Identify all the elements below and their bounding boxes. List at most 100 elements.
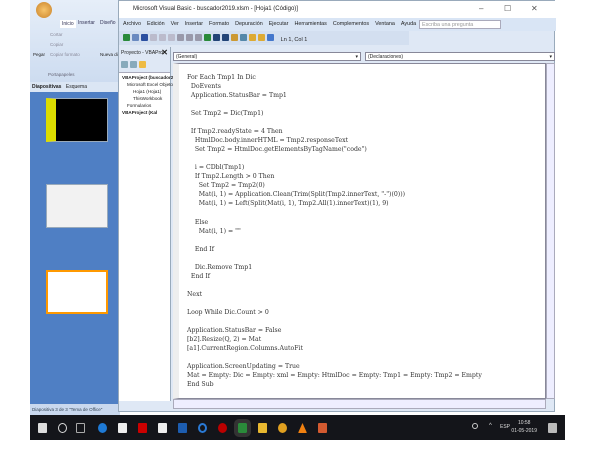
ask-question-input[interactable]: Escriba una pregunta [419, 20, 501, 29]
find-icon[interactable] [177, 34, 184, 41]
file-explorer-icon[interactable] [258, 423, 267, 433]
horizontal-scrollbar[interactable] [173, 399, 546, 409]
menu-depuracion[interactable]: Depuración [235, 21, 263, 27]
menu-edicion[interactable]: Edición [147, 21, 165, 27]
toggle-folders-icon[interactable] [139, 61, 146, 68]
object-dropdown[interactable]: (General) ▾ [173, 52, 361, 61]
copy-icon[interactable] [159, 34, 166, 41]
taskbar: ^ ESP 10:58 01-05-2019 [30, 415, 565, 440]
slide-thumbnail[interactable] [46, 98, 108, 142]
menu-ventana[interactable]: Ventana [375, 21, 395, 27]
tree-formularios[interactable]: Formularios [119, 103, 170, 108]
clock[interactable]: 10:58 01-05-2019 [511, 419, 537, 435]
tab-diseno[interactable]: Diseño [100, 20, 116, 26]
antivirus-icon[interactable] [218, 423, 227, 433]
mail-icon[interactable] [158, 423, 167, 433]
powerpoint-window: Inicio Insertar Diseño Pegar Cortar Copi… [30, 0, 120, 415]
cut-button[interactable]: Cortar [50, 32, 63, 37]
bing-icon[interactable] [178, 423, 187, 433]
view-code-icon[interactable] [121, 61, 128, 68]
ppt-ribbon: Inicio Insertar Diseño Pegar Cortar Copi… [30, 0, 120, 82]
clock-time: 10:58 [517, 420, 531, 426]
design-mode-icon[interactable] [231, 34, 238, 41]
menu-ejecutar[interactable]: Ejecutar [269, 21, 289, 27]
cursor-position: Ln 1, Col 1 [280, 37, 308, 43]
menu-formato[interactable]: Formato [209, 21, 229, 27]
pause-icon[interactable] [213, 34, 220, 41]
task-view-icon[interactable] [76, 423, 85, 433]
office-button[interactable] [36, 2, 52, 18]
copy-button[interactable]: Copiar [50, 42, 63, 47]
standard-toolbar: Ln 1, Col 1 [119, 31, 409, 45]
menu-bar: Archivo Edición Ver Insertar Formato Depuraci… [119, 18, 556, 31]
project-explorer: Proyecto - VBAPro ✕ VBAProject (buscador2… [119, 47, 194, 401]
project-explorer-title: Proyecto - VBAPro [121, 50, 163, 56]
new-slide-button[interactable]: Nueva diapositiva [100, 52, 120, 57]
tree-vbaproject-2[interactable]: VBAProject (Kal [119, 110, 170, 115]
menu-complementos[interactable]: Complementos [333, 21, 369, 27]
view-object-icon[interactable] [130, 61, 137, 68]
maximize-button[interactable]: ☐ [504, 4, 511, 13]
minimize-button[interactable]: – [479, 4, 483, 13]
search-icon[interactable] [58, 423, 67, 433]
vlc-icon[interactable] [298, 423, 307, 433]
chrome-icon[interactable] [278, 423, 287, 433]
code-editor[interactable]: For Each Tmp1 In Dic DoEvents Applicatio… [173, 63, 546, 399]
tab-diapositivas[interactable]: Diapositivas [32, 84, 61, 90]
windows-start-icon[interactable] [38, 423, 47, 433]
tree-thisworkbook[interactable]: ThisWorkbook [119, 96, 170, 101]
chevron-down-icon: ▾ [549, 54, 552, 60]
procedure-dropdown[interactable]: (Declaraciones) ▾ [365, 52, 555, 61]
people-icon[interactable] [472, 423, 478, 429]
powerpoint-icon[interactable] [318, 423, 327, 433]
object-browser-icon[interactable] [258, 34, 265, 41]
language-indicator[interactable]: ESP [500, 424, 510, 430]
paste-icon[interactable] [168, 34, 175, 41]
reset-icon[interactable] [222, 34, 229, 41]
save-icon[interactable] [141, 34, 148, 41]
menu-insertar[interactable]: Insertar [185, 21, 203, 27]
notifications-icon[interactable] [548, 423, 557, 433]
store-icon[interactable] [118, 423, 127, 433]
code-text[interactable]: For Each Tmp1 In Dic DoEvents Applicatio… [179, 64, 545, 389]
paste-button[interactable]: Pegar [33, 52, 45, 57]
tree-vbaproject[interactable]: VBAProject (buscador2019.xlsm) [119, 75, 194, 80]
procedure-dropdown-value: (Declaraciones) [368, 54, 404, 60]
properties-icon[interactable] [249, 34, 256, 41]
ppt-status: Diapositiva 3 de 3 "Tema de Office" [30, 404, 120, 415]
undo-icon[interactable] [186, 34, 193, 41]
clock-date: 01-05-2019 [511, 428, 537, 434]
help-icon[interactable] [267, 34, 274, 41]
netflix-icon[interactable] [138, 423, 147, 433]
close-icon[interactable]: ✕ [161, 48, 168, 57]
edge-icon[interactable] [98, 423, 107, 433]
redo-icon[interactable] [195, 34, 202, 41]
excel-icon[interactable] [123, 34, 130, 41]
cut-icon[interactable] [150, 34, 157, 41]
project-explorer-icon[interactable] [240, 34, 247, 41]
vba-editor-window: Microsoft Visual Basic - buscador2019.xl… [118, 0, 556, 412]
menu-archivo[interactable]: Archivo [123, 21, 141, 27]
menu-ver[interactable]: Ver [171, 21, 179, 27]
slide-thumbnail[interactable] [46, 184, 108, 228]
window-title: Microsoft Visual Basic - buscador2019.xl… [133, 6, 298, 12]
cortana-icon[interactable] [198, 423, 207, 433]
excel-icon[interactable] [234, 419, 251, 437]
tree-hoja1[interactable]: Hoja1 (Hoja1) [119, 89, 170, 94]
insert-module-icon[interactable] [132, 34, 139, 41]
title-bar: Microsoft Visual Basic - buscador2019.xl… [119, 1, 556, 18]
format-painter-button[interactable]: Copiar formato [50, 52, 80, 57]
menu-ayuda[interactable]: Ayuda [401, 21, 416, 27]
tab-inicio[interactable]: Inicio [60, 20, 76, 28]
close-button[interactable]: ✕ [531, 4, 538, 13]
tree-excel-objects[interactable]: Microsoft Excel Objetos [119, 82, 175, 87]
chevron-down-icon: ▾ [355, 54, 358, 60]
clipboard-group-label: Portapapeles [48, 72, 75, 77]
tab-insertar[interactable]: Insertar [78, 20, 95, 26]
vertical-scrollbar[interactable] [546, 63, 555, 399]
slide-thumbnail[interactable] [46, 270, 108, 314]
tab-esquema[interactable]: Esquema [66, 84, 87, 90]
run-icon[interactable] [204, 34, 211, 41]
chevron-up-icon[interactable]: ^ [489, 423, 492, 429]
menu-herramientas[interactable]: Herramientas [294, 21, 326, 27]
